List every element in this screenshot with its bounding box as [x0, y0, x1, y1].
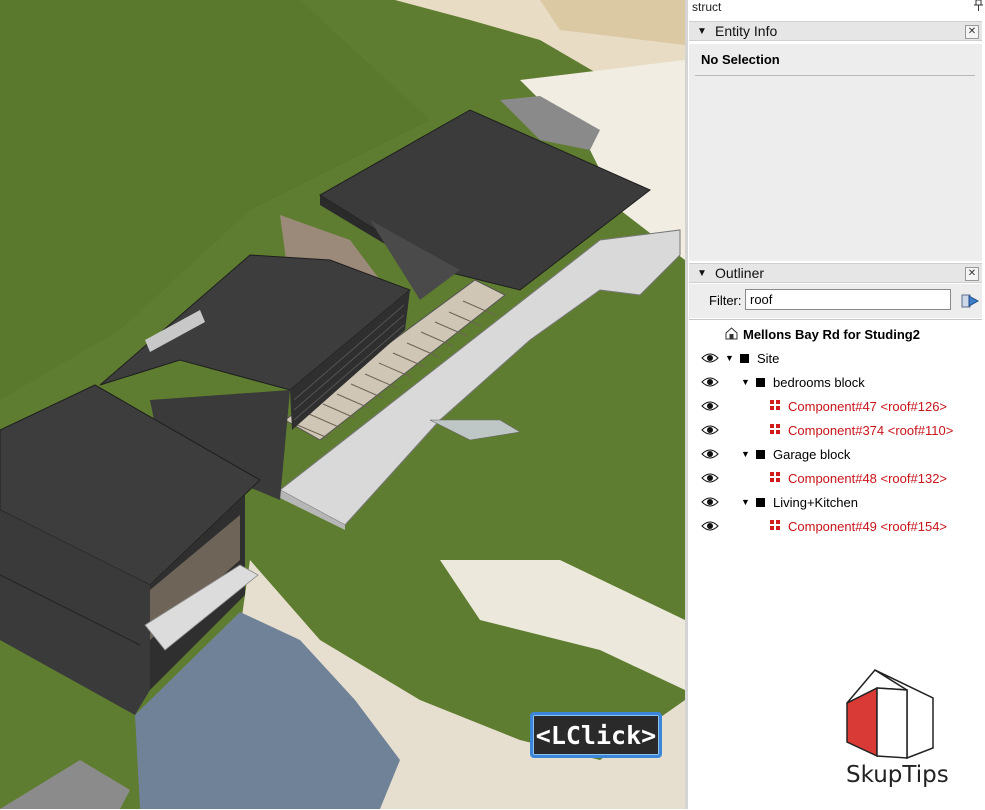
outliner-tree: Mellons Bay Rd for Studing2 ▼ Site ▼ bed…	[689, 319, 982, 810]
close-icon[interactable]: ✕	[965, 267, 979, 281]
tray-title: struct	[692, 0, 722, 14]
visibility-eye-icon[interactable]	[701, 376, 719, 388]
collapse-triangle-icon[interactable]: ▼	[697, 26, 707, 37]
component-icon	[770, 400, 781, 411]
click-indicator-label: <LClick>	[535, 720, 657, 750]
model-icon	[725, 327, 738, 343]
outliner-row-living-kitchen[interactable]: ▼ Living+Kitchen	[689, 490, 982, 514]
outliner-row-label: Garage block	[773, 446, 851, 462]
filter-input[interactable]	[745, 289, 951, 310]
filter-label: Filter:	[709, 293, 742, 308]
outliner-row-component-374[interactable]: Component#374 <roof#110>	[689, 418, 982, 442]
selection-status: No Selection	[701, 52, 780, 67]
outliner-row-component-47[interactable]: Component#47 <roof#126>	[689, 394, 982, 418]
pin-icon[interactable]	[974, 0, 983, 14]
outliner-row-label: Site	[757, 350, 780, 366]
close-icon[interactable]: ✕	[965, 25, 979, 39]
outliner-title: Outliner	[715, 265, 765, 281]
outliner-row-component-48[interactable]: Component#48 <roof#132>	[689, 466, 982, 490]
entity-info-title: Entity Info	[715, 23, 778, 39]
expand-triangle-icon[interactable]: ▼	[741, 497, 750, 507]
outliner-filter-row: Filter:	[689, 284, 982, 318]
outliner-row-label: Component#48 <roof#132>	[788, 470, 948, 486]
component-icon	[770, 520, 781, 531]
visibility-eye-icon[interactable]	[701, 496, 719, 508]
skuptips-logo	[845, 668, 935, 760]
expand-triangle-icon[interactable]: ▼	[741, 449, 750, 459]
expand-triangle-icon[interactable]: ▼	[741, 377, 750, 387]
outliner-row-label: Living+Kitchen	[773, 494, 858, 510]
divider	[695, 75, 975, 76]
visibility-eye-icon[interactable]	[701, 400, 719, 412]
model-name: Mellons Bay Rd for Studing2	[743, 326, 920, 342]
outliner-row-label: Component#49 <roof#154>	[788, 518, 948, 534]
group-icon	[756, 498, 765, 507]
skuptips-wordmark: SkupTips	[846, 762, 949, 788]
group-icon	[756, 378, 765, 387]
visibility-eye-icon[interactable]	[701, 448, 719, 460]
outliner-row-site[interactable]: ▼ Site	[689, 346, 982, 370]
outliner-row-component-49[interactable]: Component#49 <roof#154>	[689, 514, 982, 538]
component-icon	[770, 424, 781, 435]
outliner-row-bedrooms-block[interactable]: ▼ bedrooms block	[689, 370, 982, 394]
collapse-triangle-icon[interactable]: ▼	[697, 268, 707, 279]
visibility-eye-icon[interactable]	[701, 472, 719, 484]
outliner-details-arrow-icon[interactable]	[961, 292, 980, 310]
visibility-eye-icon[interactable]	[701, 520, 719, 532]
group-icon	[756, 450, 765, 459]
outliner-row-garage-block[interactable]: ▼ Garage block	[689, 442, 982, 466]
visibility-eye-icon[interactable]	[701, 424, 719, 436]
outliner-header[interactable]: ▼ Outliner ✕	[689, 263, 982, 283]
outliner-row-label: Component#374 <roof#110>	[788, 422, 954, 438]
click-indicator-badge: <LClick>	[530, 712, 662, 758]
model-scene	[0, 0, 685, 809]
outliner-row-label: bedrooms block	[773, 374, 865, 390]
visibility-eye-icon[interactable]	[701, 352, 719, 364]
component-icon	[770, 472, 781, 483]
group-icon	[740, 354, 749, 363]
entity-info-body: No Selection	[689, 44, 982, 261]
outliner-row-label: Component#47 <roof#126>	[788, 398, 948, 414]
model-viewport[interactable]: <LClick>	[0, 0, 685, 809]
entity-info-header[interactable]: ▼ Entity Info ✕	[689, 21, 982, 41]
outliner-root-row[interactable]: Mellons Bay Rd for Studing2	[689, 322, 982, 346]
expand-triangle-icon[interactable]: ▼	[725, 353, 734, 363]
